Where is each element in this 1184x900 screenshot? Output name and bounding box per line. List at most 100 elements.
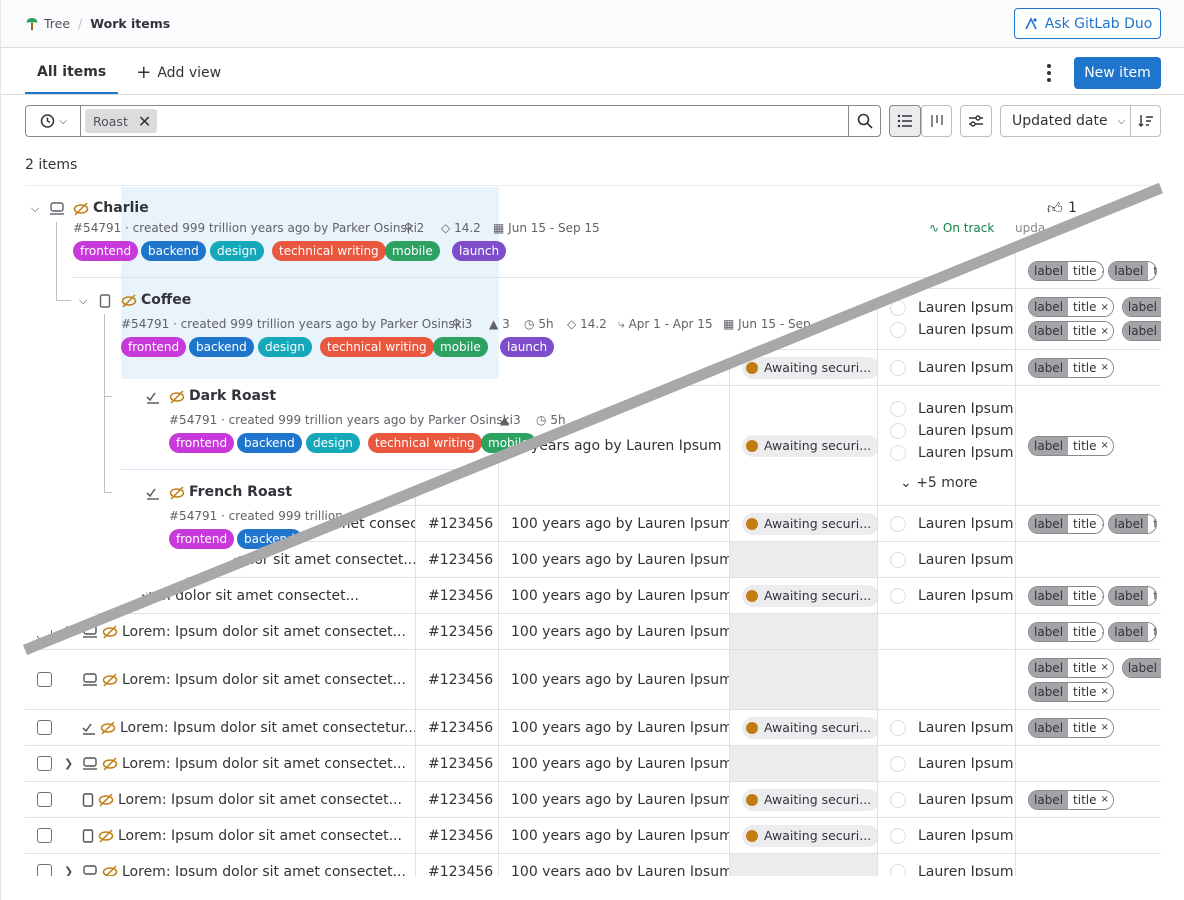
thumbs-up-icon[interactable]: 👍︎ <box>1047 199 1063 218</box>
assignee[interactable]: Lauren Ipsum <box>890 515 1013 532</box>
label-pill[interactable]: mobile <box>385 241 440 261</box>
close-icon[interactable]: × <box>1101 686 1109 697</box>
label-pill[interactable]: technical writing <box>368 433 482 453</box>
status-badge[interactable]: Awaiting securi... <box>742 356 877 379</box>
assignee[interactable]: Lauren Ipsum <box>890 359 1013 376</box>
close-icon[interactable]: × <box>1101 626 1104 637</box>
assignee[interactable]: Lauren Ipsum <box>890 322 1013 338</box>
item-id[interactable]: #123456 <box>428 624 493 640</box>
table-row[interactable]: ❯Lorem: Ipsum dolor sit amet consectet..… <box>25 818 1161 854</box>
label-tag[interactable]: label title × <box>1028 585 1105 606</box>
label-pill[interactable]: backend <box>189 337 254 357</box>
status-badge[interactable]: Awaiting securi... <box>742 434 877 457</box>
label-tag[interactable]: labelt <box>1121 657 1161 678</box>
label-tag[interactable]: labelt <box>1108 513 1157 534</box>
table-row[interactable]: ❯Lorem: Ipsum dolor sit amet consectet..… <box>25 782 1161 818</box>
close-icon[interactable]: × <box>1101 302 1109 313</box>
table-row[interactable]: ❯ Lorem: Ipsum dolor sit amet consectet..… <box>25 614 1161 650</box>
close-icon[interactable]: × <box>1101 518 1104 529</box>
label-tag[interactable]: label title × <box>1028 513 1105 534</box>
row-checkbox[interactable] <box>37 720 52 735</box>
assignee[interactable]: Lauren Ipsum <box>890 422 1013 439</box>
assignee[interactable]: Lauren Ipsum <box>890 300 1013 316</box>
label-pill[interactable]: frontend <box>73 241 139 261</box>
item-title[interactable]: Lorem: Ipsum dolor sit amet consectet... <box>118 792 402 808</box>
item-title[interactable]: dolor sit amet consectet... <box>233 552 415 568</box>
label-pill[interactable]: backend <box>141 241 206 261</box>
assignee[interactable]: Lauren Ipsum <box>890 827 1013 844</box>
table-row[interactable]: ❯ Lorem: Ipsum dolor sit amet consectet..… <box>25 746 1161 782</box>
table-row[interactable]: ❯Lorem: Ipsum dolor sit amet consectet..… <box>25 650 1161 710</box>
label-pill[interactable]: technical writing <box>320 337 434 357</box>
label-pill[interactable]: technical writing <box>272 241 386 261</box>
item-id[interactable]: #123456 <box>428 828 493 844</box>
label-pill[interactable]: design <box>210 241 264 261</box>
item-title[interactable]: sum dolor sit amet consectet... <box>141 588 359 604</box>
close-icon[interactable]: × <box>1101 265 1104 276</box>
close-icon[interactable]: × <box>1101 590 1104 601</box>
chevron-right-icon[interactable]: ❯ <box>64 625 76 638</box>
assignee[interactable]: Lauren Ipsum <box>890 551 1013 568</box>
label-tag[interactable]: labelt <box>1108 260 1157 281</box>
charlie-title[interactable]: Charlie <box>93 200 149 216</box>
status-badge[interactable]: Awaiting securi... <box>742 512 877 535</box>
chevron-down-icon[interactable]: ⌵ <box>79 294 87 308</box>
item-id[interactable]: #123456 <box>428 516 493 532</box>
dark-roast-title[interactable]: Dark Roast <box>189 388 276 404</box>
close-icon[interactable]: × <box>1101 662 1109 673</box>
table-row[interactable]: ❯Lorem: Ipsum dolor sit amet consectetur… <box>25 710 1161 746</box>
close-icon[interactable]: × <box>1101 440 1109 451</box>
item-title[interactable]: Lorem: Ipsum dolor sit amet consectet... <box>122 624 406 640</box>
chevron-right-icon[interactable]: ❯ <box>64 757 76 770</box>
label-pill[interactable]: design <box>306 433 360 453</box>
item-title[interactable]: Lorem: Ipsum dolor sit amet consectet... <box>122 672 406 688</box>
item-title[interactable]: Lorem: Ipsum dolor sit amet consectet... <box>118 828 402 844</box>
label-tag[interactable]: label title × <box>1028 297 1114 317</box>
label-pill[interactable]: frontend <box>121 337 187 357</box>
item-id[interactable]: #123456 <box>428 552 493 568</box>
more-assignees-button[interactable]: ⌄ +5 more <box>900 475 978 491</box>
status-badge[interactable]: Awaiting securi... <box>742 824 877 847</box>
label-tag[interactable]: label title × <box>1028 260 1105 281</box>
item-title[interactable]: Lorem: Ipsum dolor sit amet consectet... <box>122 756 406 772</box>
label-tag[interactable]: labelt <box>1108 585 1157 606</box>
status-badge[interactable]: Awaiting securi... <box>742 788 877 811</box>
item-id[interactable]: #123456 <box>428 792 493 808</box>
row-checkbox[interactable] <box>37 672 52 687</box>
label-tag[interactable]: label title × <box>1028 621 1105 642</box>
close-icon[interactable]: × <box>1101 362 1109 373</box>
label-tag[interactable]: label title × <box>1028 789 1114 810</box>
close-icon[interactable]: × <box>1101 794 1109 805</box>
table-row[interactable]: sum dolor sit amet consectet... #123456 10… <box>25 578 1161 614</box>
label-pill[interactable]: frontend <box>169 433 235 453</box>
label-tag[interactable]: label title × <box>1028 681 1114 702</box>
label-tag[interactable]: label title × <box>1028 357 1114 378</box>
label-tag[interactable]: label title × <box>1028 435 1114 456</box>
french-roast-title[interactable]: French Roast <box>189 484 292 500</box>
coffee-title[interactable]: Coffee <box>141 292 191 308</box>
assignee[interactable]: Lauren Ipsum <box>890 755 1013 772</box>
item-title[interactable]: Lorem: Ipsum dolor sit amet consectetur.… <box>120 720 415 736</box>
label-tag[interactable]: label title × <box>1028 717 1114 738</box>
item-id[interactable]: #123456 <box>428 756 493 772</box>
label-tag[interactable]: labelt <box>1121 297 1161 317</box>
close-icon[interactable]: × <box>1101 722 1109 733</box>
status-badge[interactable]: Awaiting securi... <box>742 716 877 739</box>
assignee[interactable]: Lauren Ipsum <box>890 791 1013 808</box>
label-pill[interactable]: frontend <box>169 529 235 549</box>
assignee[interactable]: Lauren Ipsum <box>890 587 1013 604</box>
assignee[interactable]: Lauren Ipsum <box>890 444 1013 461</box>
label-tag[interactable]: labelt <box>1108 621 1157 642</box>
row-checkbox[interactable] <box>37 756 52 771</box>
assignee[interactable]: Lauren Ipsum <box>890 400 1013 417</box>
item-id[interactable]: #123456 <box>428 672 493 688</box>
row-checkbox[interactable] <box>37 792 52 807</box>
label-tag[interactable]: label title × <box>1028 657 1114 678</box>
item-id[interactable]: #123456 <box>428 588 493 604</box>
assignee[interactable]: Lauren Ipsum <box>890 719 1013 736</box>
status-badge[interactable]: Awaiting securi... <box>742 584 877 607</box>
row-checkbox[interactable] <box>37 828 52 843</box>
label-tag[interactable]: label title × <box>1028 321 1114 341</box>
label-pill[interactable]: mobile <box>433 337 488 357</box>
chevron-down-icon[interactable]: ⌵ <box>31 202 39 216</box>
